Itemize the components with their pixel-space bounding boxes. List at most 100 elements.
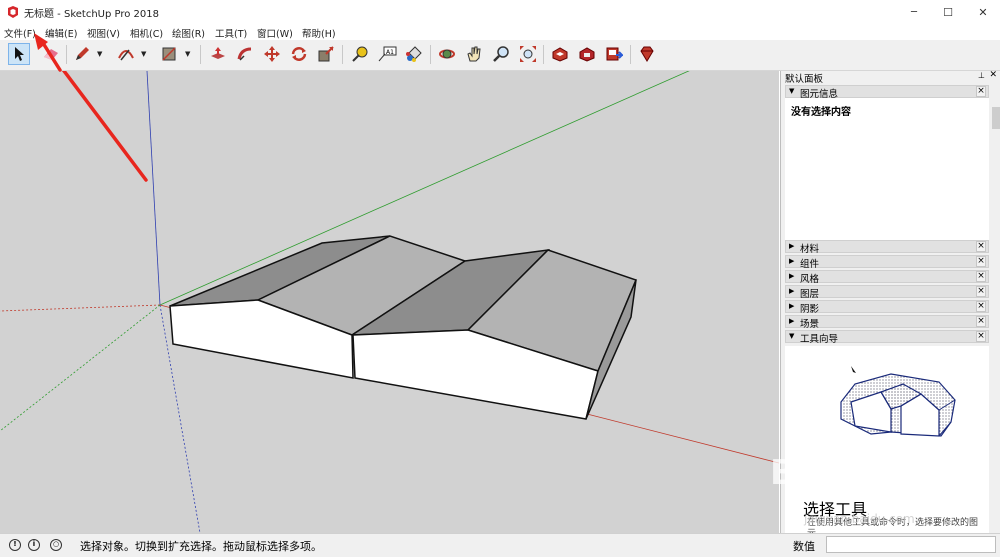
panel-close-icon[interactable]: × [976,301,986,312]
drawing-viewport[interactable] [0,71,779,533]
follow-me-icon [237,47,252,61]
pencil-dropdown-icon[interactable]: ▼ [97,50,102,58]
menu-window[interactable]: 窗口(W) [257,26,293,40]
expanded-triangle-icon: ▼ [789,87,795,95]
baidu-watermark-url: jingyan.baidu.com [804,512,915,526]
measurements-label: 数值 [793,540,815,553]
zoom-tool-button[interactable] [490,43,512,65]
credits-icon[interactable]: i [28,539,40,551]
user-account-icon[interactable]: ○ [50,539,62,551]
extension-warehouse-button[interactable] [576,43,598,65]
rotate-icon [291,47,307,61]
menu-camera[interactable]: 相机(C) [130,26,163,40]
text-tool-button[interactable]: A1 [376,43,398,65]
tape-measure-icon [352,46,368,62]
main-toolbar: ▼ ▼ ▼ A1 [0,40,1000,71]
maximize-icon: ☐ [943,5,953,19]
annotation-arrow-head [34,33,62,72]
collapsed-triangle-icon: ▶ [789,287,795,295]
panel-entity-info[interactable]: ▼ 图元信息 × [785,85,989,100]
tray-close-icon[interactable]: ✕ [989,70,997,80]
maximize-button[interactable]: ☐ [931,0,965,24]
axis-blue [146,71,161,306]
panel-close-icon[interactable]: × [976,271,986,282]
baidu-watermark: Bai 经验 [770,453,917,493]
close-icon: ✕ [978,5,988,19]
push-pull-tool-button[interactable] [207,43,229,65]
window-title: 无标题 - SketchUp Pro 2018 [24,9,159,20]
3d-warehouse-icon [552,47,568,62]
panel-label: 场景 [800,319,820,330]
tape-measure-tool-button[interactable] [349,43,371,65]
sketchup-logo-icon [8,6,18,18]
close-button[interactable]: ✕ [966,0,1000,24]
panel-layers[interactable]: ▶ 图层 × [785,285,989,300]
entity-info-text: 没有选择内容 [791,107,851,118]
rectangle-tool-button[interactable] [158,43,180,65]
panel-label: 材料 [800,244,820,255]
text-icon: A1 [378,46,397,62]
pin-icon[interactable]: ⊥ [978,71,985,80]
menu-help[interactable]: 帮助(H) [302,26,336,40]
axis-red-dotted [0,304,161,312]
pan-tool-button[interactable] [463,43,485,65]
panel-label: 组件 [800,259,820,270]
entity-info-body: 没有选择内容 [785,98,989,240]
menu-tools[interactable]: 工具(T) [215,26,247,40]
arc-dropdown-icon[interactable]: ▼ [141,50,146,58]
status-bar: ! i ○ 选择对象。切换到扩充选择。拖动鼠标选择多项。 数值 [0,533,1000,557]
scale-icon [318,46,334,62]
ruby-gem-icon [640,46,654,62]
minimize-icon: ─ [910,6,918,18]
move-icon [264,46,280,62]
collapsed-triangle-icon: ▶ [789,317,795,325]
panel-shadows[interactable]: ▶ 阴影 × [785,300,989,315]
rectangle-dropdown-icon[interactable]: ▼ [185,50,190,58]
measurements-input[interactable] [826,536,996,553]
panel-close-icon[interactable]: × [976,256,986,267]
extension-warehouse-icon [579,47,595,62]
send-to-layout-button[interactable] [603,43,625,65]
arc-icon [118,49,134,61]
minimize-button[interactable]: ─ [897,0,931,24]
push-pull-icon [211,47,225,59]
tray-scrollbar[interactable] [991,83,1000,533]
scale-tool-button[interactable] [315,43,337,65]
scrollbar-thumb[interactable] [992,107,1000,129]
axis-green-dotted [0,304,161,432]
collapsed-triangle-icon: ▶ [789,272,795,280]
move-tool-button[interactable] [261,43,283,65]
3d-warehouse-button[interactable] [549,43,571,65]
zoom-magnifier-icon [493,46,509,62]
tray-title: 默认面板 [785,74,824,85]
instructor-body: 选择工具 在使用其他工具或命令时，选择要修改的图元。 [785,346,989,533]
panel-close-icon[interactable]: × [976,241,986,252]
menu-view[interactable]: 视图(V) [87,26,120,40]
panel-components[interactable]: ▶ 组件 × [785,255,989,270]
panel-materials[interactable]: ▶ 材料 × [785,240,989,255]
panel-label: 风格 [800,274,820,285]
panel-label: 图层 [800,289,820,300]
panel-close-icon[interactable]: × [976,86,986,97]
paint-bucket-icon [406,46,422,62]
ruby-extension-button[interactable] [636,43,658,65]
arc-tool-button[interactable] [115,43,137,65]
menu-draw[interactable]: 绘图(R) [172,26,205,40]
panel-instructor[interactable]: ▼ 工具向导 × [785,330,989,345]
paint-bucket-tool-button[interactable] [403,43,425,65]
panel-scenes[interactable]: ▶ 场景 × [785,315,989,330]
collapsed-triangle-icon: ▶ [789,242,795,250]
panel-styles[interactable]: ▶ 风格 × [785,270,989,285]
panel-close-icon[interactable]: × [976,331,986,342]
zoom-extents-tool-button[interactable] [517,43,539,65]
rotate-tool-button[interactable] [288,43,310,65]
orbit-tool-button[interactable] [436,43,458,65]
collapsed-triangle-icon: ▶ [789,302,795,310]
follow-me-tool-button[interactable] [234,43,256,65]
panel-close-icon[interactable]: × [976,316,986,327]
zoom-extents-icon [520,46,536,62]
pan-hand-icon [467,46,481,62]
geo-location-icon[interactable]: ! [9,539,21,551]
rectangle-icon [162,47,176,61]
panel-close-icon[interactable]: × [976,286,986,297]
